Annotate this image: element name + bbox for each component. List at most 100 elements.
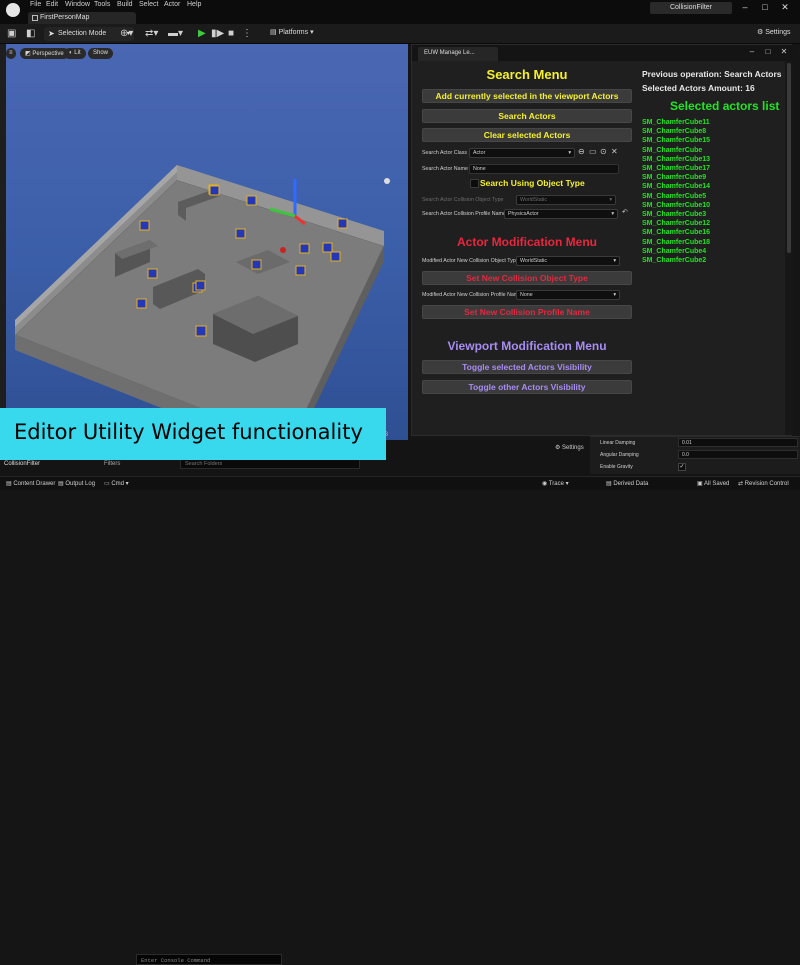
actor-name-input[interactable]: None xyxy=(469,164,619,174)
step-icon[interactable]: ▮▶ xyxy=(211,28,224,39)
chevron-down-icon: ▾ xyxy=(611,211,614,217)
set-collision-object-type-button[interactable]: Set New Collision Object Type xyxy=(422,271,632,285)
set-collision-profile-button[interactable]: Set New Collision Profile Name xyxy=(422,305,632,319)
use-selected-icon[interactable]: ⊖ xyxy=(578,147,585,156)
selected-actor-item: SM_ChamferCube10 xyxy=(642,201,711,209)
derived-data-label: Derived Data xyxy=(613,481,649,487)
filters-button[interactable]: Filters xyxy=(104,461,120,467)
toggle-other-visibility-button[interactable]: Toggle other Actors Visibility xyxy=(422,380,632,394)
content-drawer-button[interactable]: ▤ Content Drawer xyxy=(6,480,55,487)
clear-icon[interactable]: ✕ xyxy=(611,147,618,156)
content-icon[interactable]: ◧ xyxy=(26,28,35,39)
minimize-icon[interactable]: – xyxy=(737,2,753,12)
trace-icon: ◉ xyxy=(542,481,549,487)
panel-tab-bar: EUW Manage Le... – □ ✕ xyxy=(412,45,793,61)
selected-actor-item: SM_ChamferCube8 xyxy=(642,128,707,136)
actor-name-label: Search Actor Name xyxy=(422,166,468,172)
maximize-icon[interactable]: □ xyxy=(757,2,773,12)
project-tab[interactable]: CollisionFilter xyxy=(650,2,732,14)
cube xyxy=(295,265,306,276)
selected-actor-item: SM_ChamferCube4 xyxy=(642,247,707,255)
add-selected-actors-button[interactable]: Add currently selected in the viewport A… xyxy=(422,89,632,103)
menu-file[interactable]: File xyxy=(30,1,41,8)
trace-button[interactable]: ◉ Trace ▾ xyxy=(542,480,569,487)
output-log-label: Output Log xyxy=(65,481,96,487)
chevron-down-icon: ▾ xyxy=(124,481,129,487)
platforms-icon: ▤ xyxy=(270,29,279,36)
menu-build[interactable]: Build xyxy=(117,1,133,8)
all-saved-button[interactable]: ▣ All Saved xyxy=(697,480,729,487)
play-icon[interactable]: ▶ xyxy=(198,28,206,39)
enable-gravity-label: Enable Gravity xyxy=(600,464,633,470)
new-profile-dropdown[interactable]: None ▾ xyxy=(516,290,620,300)
cinematics-icon[interactable]: ▬▾ xyxy=(168,28,183,39)
minimize-icon[interactable]: – xyxy=(745,47,759,56)
actor-modification-menu-title: Actor Modification Menu xyxy=(457,235,597,249)
collision-profile-dropdown[interactable]: PhysicsActor ▾ xyxy=(504,209,618,219)
clear-selected-actors-button[interactable]: Clear selected Actors xyxy=(422,128,632,142)
outliner-item[interactable]: CollisionFilter xyxy=(4,461,40,467)
stop-icon[interactable]: ■ xyxy=(228,28,234,39)
revision-control-label: Revision Control xyxy=(744,481,789,487)
console-input[interactable]: Enter Console Command xyxy=(136,954,282,965)
cube xyxy=(246,195,257,206)
search-actors-button[interactable]: Search Actors xyxy=(422,109,632,123)
cube xyxy=(337,218,348,229)
settings-button[interactable]: ⚙ Settings xyxy=(757,28,791,36)
enable-gravity-checkbox[interactable]: ✓ xyxy=(678,463,686,471)
menu-edit[interactable]: Edit xyxy=(46,1,58,8)
selected-actor-item: SM_ChamferCube15 xyxy=(642,137,711,145)
level-tab-label: FirstPersonMap xyxy=(40,14,90,21)
editor-utility-widget-panel: EUW Manage Le... – □ ✕ Search Menu Add c… xyxy=(411,44,793,436)
toggle-selected-visibility-button[interactable]: Toggle selected Actors Visibility xyxy=(422,360,632,374)
angular-damping-field[interactable]: 0.0 xyxy=(678,450,798,459)
settings-button[interactable]: ⚙ Settings xyxy=(555,444,584,451)
menu-select[interactable]: Select xyxy=(139,1,158,8)
level-viewport[interactable]: ≡ ◩ Perspective ◐ Lit Show xyxy=(0,44,408,440)
cmd-label: Cmd xyxy=(111,481,125,487)
cube xyxy=(322,242,333,253)
collision-object-type-dropdown[interactable]: WorldStatic ▾ xyxy=(516,195,616,205)
unreal-logo-icon[interactable] xyxy=(6,3,20,17)
folder-search-input[interactable]: Search Folders xyxy=(180,459,360,469)
close-icon[interactable]: ✕ xyxy=(777,2,793,13)
picker-icon[interactable]: ⊙ xyxy=(600,147,607,156)
cube xyxy=(195,325,207,337)
add-actor-icon[interactable]: ⊕▾ xyxy=(120,28,133,39)
platforms-button[interactable]: ▤ Platforms ▾ xyxy=(270,28,314,36)
selected-actor-item: SM_ChamferCube18 xyxy=(642,238,711,246)
menu-tools[interactable]: Tools xyxy=(94,1,110,8)
cube xyxy=(299,243,310,254)
browse-icon[interactable]: ▭ xyxy=(589,147,597,156)
chevron-down-icon: ▾ xyxy=(568,150,571,156)
widget-tab[interactable]: EUW Manage Le... xyxy=(418,47,498,61)
close-icon[interactable]: ✕ xyxy=(777,47,791,56)
actor-class-picker[interactable]: Actor ▾ xyxy=(469,148,575,158)
cube xyxy=(136,298,147,309)
gear-icon: ⚙ xyxy=(555,445,563,451)
menu-actor[interactable]: Actor xyxy=(164,1,180,8)
cube xyxy=(251,259,262,270)
derived-data-button[interactable]: ▤ Derived Data xyxy=(606,480,648,487)
cmd-button[interactable]: ▭ Cmd ▾ xyxy=(104,480,129,487)
new-object-type-value: WorldStatic xyxy=(520,258,547,264)
revision-control-button[interactable]: ⇄ Revision Control xyxy=(738,480,789,487)
cube xyxy=(209,185,220,196)
menu-window[interactable]: Window xyxy=(65,1,90,8)
menu-help[interactable]: Help xyxy=(187,1,201,8)
viewport-modification-menu-title: Viewport Modification Menu xyxy=(447,339,607,353)
selected-actor-item: SM_ChamferCube5 xyxy=(642,192,707,200)
panel-scrollbar-thumb[interactable] xyxy=(787,63,791,253)
save-icon[interactable]: ▣ xyxy=(7,28,16,39)
blueprint-icon[interactable]: ⇄▾ xyxy=(145,28,158,39)
output-log-button[interactable]: ▤ Output Log xyxy=(58,480,95,487)
play-options-icon[interactable]: ⋮ xyxy=(242,28,252,39)
level-tab[interactable]: FirstPersonMap xyxy=(28,12,136,24)
settings-label: Settings xyxy=(765,29,791,36)
search-using-object-type-checkbox[interactable] xyxy=(470,179,479,188)
trace-label: Trace xyxy=(548,481,564,487)
new-object-type-dropdown[interactable]: WorldStatic ▾ xyxy=(516,256,620,266)
linear-damping-field[interactable]: 0.01 xyxy=(678,438,798,447)
maximize-icon[interactable]: □ xyxy=(761,47,775,56)
reset-icon[interactable]: ↶ xyxy=(622,208,628,216)
